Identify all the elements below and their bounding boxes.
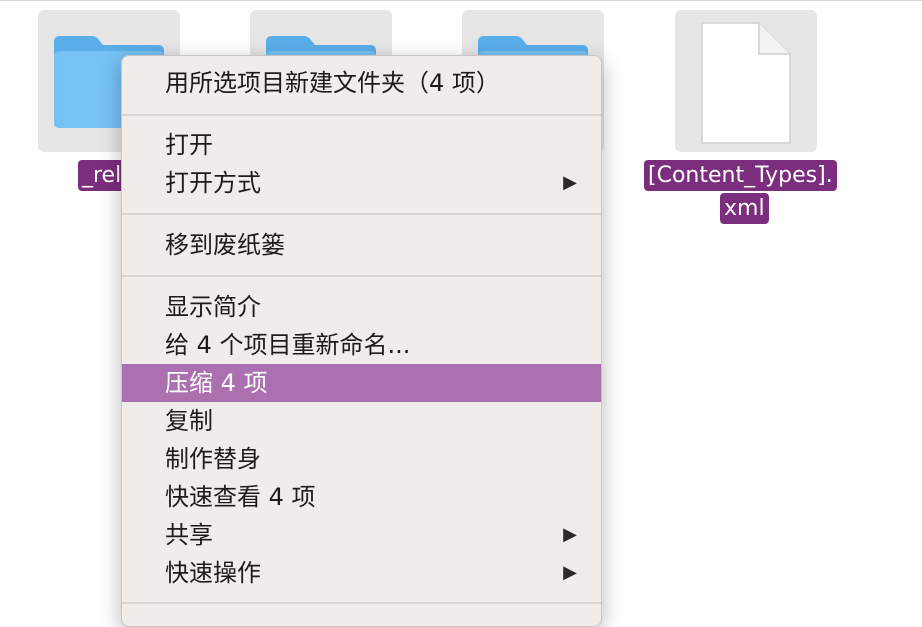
menu-item-open[interactable]: 打开: [122, 126, 601, 164]
menu-item-label: 压缩 4 项: [165, 369, 268, 397]
menu-item-label: 显示简介: [165, 293, 261, 321]
menu-item-label: 用所选项目新建文件夹（4 项）: [165, 69, 500, 97]
file-label-content-types-line1[interactable]: [Content_Types].: [644, 160, 837, 191]
context-menu: 用所选项目新建文件夹（4 项） 打开 打开方式 ▶ 移到废纸篓 显示简介 给 4…: [121, 55, 602, 627]
menu-item-make-alias[interactable]: 制作替身: [122, 440, 601, 478]
menu-item-label: 打开方式: [165, 169, 261, 197]
file-label-content-types-line2[interactable]: xml: [720, 193, 769, 224]
menu-item-compress[interactable]: 压缩 4 项: [122, 364, 601, 402]
menu-item-get-info[interactable]: 显示简介: [122, 288, 601, 326]
window-top-border: [0, 0, 922, 1]
menu-item-quick-actions[interactable]: 快速操作 ▶: [122, 554, 601, 592]
submenu-arrow-icon: ▶: [563, 524, 577, 545]
submenu-arrow-icon: ▶: [563, 172, 577, 193]
document-icon: [701, 22, 791, 144]
file-item-content-types[interactable]: [675, 10, 817, 152]
menu-item-share[interactable]: 共享 ▶: [122, 516, 601, 554]
menu-separator: [122, 275, 601, 277]
menu-item-rename[interactable]: 给 4 个项目重新命名...: [122, 326, 601, 364]
submenu-arrow-icon: ▶: [563, 562, 577, 583]
file-label-rel[interactable]: _rel: [78, 160, 126, 191]
menu-item-label: 复制: [165, 407, 213, 435]
menu-item-quick-look[interactable]: 快速查看 4 项: [122, 478, 601, 516]
menu-item-duplicate[interactable]: 复制: [122, 402, 601, 440]
menu-item-label: 快速操作: [165, 559, 261, 587]
menu-item-new-folder-with-selection[interactable]: 用所选项目新建文件夹（4 项）: [122, 64, 601, 102]
menu-separator: [122, 602, 601, 604]
menu-item-label: 快速查看 4 项: [165, 483, 316, 511]
menu-item-label: 打开: [165, 131, 213, 159]
menu-item-label: 给 4 个项目重新命名...: [165, 331, 411, 359]
menu-separator: [122, 213, 601, 215]
menu-item-label: 移到废纸篓: [165, 231, 285, 259]
menu-item-label: 制作替身: [165, 445, 261, 473]
menu-item-move-to-trash[interactable]: 移到废纸篓: [122, 226, 601, 264]
menu-item-open-with[interactable]: 打开方式 ▶: [122, 164, 601, 202]
menu-item-label: 共享: [165, 521, 213, 549]
menu-separator: [122, 114, 601, 116]
